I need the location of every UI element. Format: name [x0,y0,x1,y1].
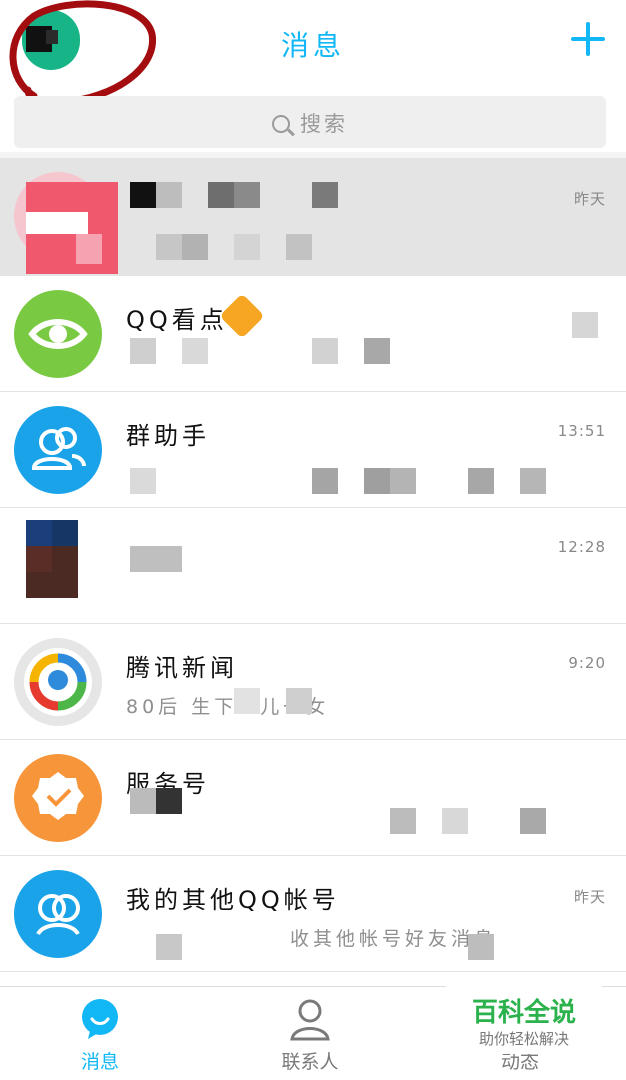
conversation-avatar [14,172,118,274]
tab-label: 消息 [80,1051,119,1073]
search-input[interactable]: 搜索 [14,96,606,148]
accounts-icon [14,870,102,958]
conversation-name: QQ看点 [126,306,228,334]
tab-contacts[interactable]: 联系人 [210,987,410,1080]
conversation-name: 群助手 [126,422,210,450]
conversation-time: 昨天 [573,888,606,906]
conversation-name: 腾讯新闻 [126,654,238,682]
watermark: 百科全说 助你轻松解决 [446,982,602,1054]
tab-messages[interactable]: 消息 [0,987,200,1080]
conversation-row-group-helper[interactable]: 群助手 13:51 [0,392,626,508]
conversation-row-other-accounts[interactable]: 我的其他QQ帐号 昨天 收其他帐号好友消息 [0,856,626,972]
conversation-time: 12:28 [557,538,606,556]
search-placeholder: 搜索 [300,112,348,136]
conversation-row-hidden[interactable]: 12:28 [0,508,626,624]
watermark-subtitle: 助你轻松解决 [478,1030,569,1048]
service-badge-icon [14,754,102,842]
tab-label: 联系人 [281,1051,339,1073]
chat-bubble-icon [82,999,118,1039]
page-title: 消息 [280,29,345,62]
header-bar: 消息 [0,0,626,106]
preview-mosaic [156,234,182,260]
conversation-row-qq-kandian[interactable]: QQ看点 [0,276,626,392]
conversation-avatar [26,520,78,598]
search-icon [272,115,290,133]
conversation-row-service[interactable]: 服务号 [0,740,626,856]
conversation-row-tencent-news[interactable]: 腾讯新闻 9:20 80后 生下一儿一女 [0,624,626,740]
plus-icon[interactable] [568,20,608,60]
conversation-time: 昨天 [573,190,606,208]
tencent-news-icon [14,638,102,726]
conversation-preview: 收其他帐号好友消息 [290,928,498,950]
contacts-icon [290,999,330,1041]
conversation-row-pinned[interactable]: 昨天 [0,158,626,276]
group-icon [14,406,102,494]
name-mosaic [130,182,156,208]
conversation-time: 13:51 [557,422,606,440]
conversation-name: 我的其他QQ帐号 [126,886,340,914]
eye-icon [14,290,102,378]
watermark-title: 百科全说 [471,998,576,1028]
conversation-time: 9:20 [568,654,606,672]
